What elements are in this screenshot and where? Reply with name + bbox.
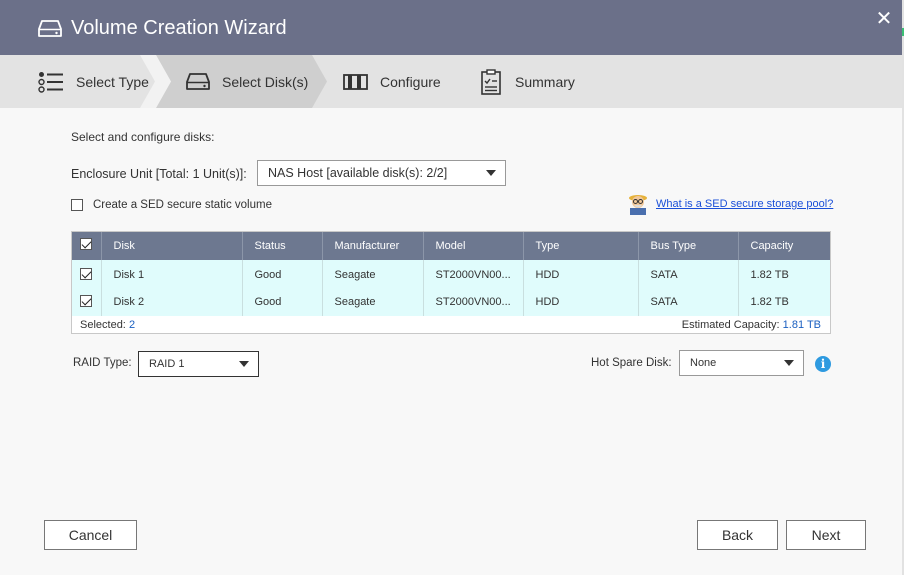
clipboard-icon [481, 68, 501, 95]
manufacturer-cell: Seagate [322, 260, 424, 288]
model-cell: ST2000VN00... [423, 260, 524, 288]
cancel-button[interactable]: Cancel [44, 520, 137, 550]
select-all-checkbox[interactable] [80, 238, 92, 250]
window-title: Volume Creation Wizard [71, 17, 287, 39]
row-select-cell [71, 288, 102, 316]
hard-drive-icon [38, 20, 62, 43]
estimated-value: 1.81 TB [782, 319, 821, 331]
table-header-row: Disk Status Manufacturer Model Type Bus … [71, 231, 831, 260]
selected-label: Selected: [80, 319, 126, 331]
step-label: Summary [515, 73, 575, 90]
raid-type-value: RAID 1 [149, 358, 185, 370]
column-header[interactable]: Disk [101, 231, 243, 260]
sed-help-link[interactable]: What is a SED secure storage pool? [656, 198, 833, 210]
hot-spare-value: None [690, 357, 717, 369]
column-header[interactable]: Status [242, 231, 323, 260]
column-header[interactable]: Bus Type [638, 231, 739, 260]
disk-cell: Disk 2 [101, 288, 243, 316]
info-icon[interactable]: i [815, 356, 831, 372]
step-configure[interactable]: Configure [343, 55, 441, 108]
selected-count: 2 [128, 319, 136, 331]
sed-checkbox-label: Create a SED secure static volume [93, 199, 272, 211]
raid-type-select[interactable]: RAID 1 [138, 351, 259, 377]
chevron-down-icon [784, 360, 794, 366]
configure-icon [343, 73, 368, 90]
bus-type-cell: SATA [638, 288, 739, 316]
enclosure-label: Enclosure Unit [Total: 1 Unit(s)]: [71, 167, 247, 181]
type-cell: HDD [523, 260, 639, 288]
table-row[interactable]: Disk 1 Good Seagate ST2000VN00... HDD SA… [71, 260, 831, 288]
column-header[interactable]: Type [523, 231, 639, 260]
chevron-down-icon [486, 170, 496, 176]
back-button[interactable]: Back [697, 520, 778, 550]
model-cell: ST2000VN00... [423, 288, 524, 316]
capacity-cell: 1.82 TB [738, 288, 831, 316]
column-header[interactable]: Manufacturer [322, 231, 424, 260]
selected-summary: Selected: 2 [80, 319, 135, 331]
list-bullets-icon [38, 71, 64, 93]
step-select-type[interactable]: Select Type [38, 55, 149, 108]
next-button[interactable]: Next [786, 520, 866, 550]
table-row[interactable]: Disk 2 Good Seagate ST2000VN00... HDD SA… [71, 288, 831, 316]
bus-type-cell: SATA [638, 260, 739, 288]
status-cell: Good [242, 260, 323, 288]
help-avatar-icon [625, 191, 651, 220]
status-cell: Good [242, 288, 323, 316]
disk-cell: Disk 1 [101, 260, 243, 288]
step-label: Configure [380, 73, 441, 90]
close-icon[interactable]: ✕ [873, 9, 895, 31]
hot-spare-label: Hot Spare Disk: [591, 357, 672, 369]
step-label: Select Type [76, 73, 149, 90]
hard-drive-icon [186, 72, 210, 91]
hot-spare-select[interactable]: None [679, 350, 804, 376]
select-all-cell [71, 231, 102, 260]
manufacturer-cell: Seagate [322, 288, 424, 316]
wizard-steps: Select Type Select Disk(s) Configure Sum… [0, 55, 902, 108]
section-heading: Select and configure disks: [71, 130, 215, 144]
step-label: Select Disk(s) [222, 73, 309, 90]
chevron-down-icon [239, 361, 249, 367]
estimated-label: Estimated Capacity: [681, 319, 780, 331]
row-select-cell [71, 260, 102, 288]
step-select-disks[interactable]: Select Disk(s) [186, 55, 308, 108]
table-summary: Selected: 2 Estimated Capacity: 1.81 TB [71, 316, 831, 334]
column-header[interactable]: Model [423, 231, 524, 260]
row-checkbox[interactable] [80, 294, 92, 307]
capacity-cell: 1.82 TB [738, 260, 831, 288]
row-checkbox[interactable] [80, 267, 92, 280]
column-header[interactable]: Capacity [738, 231, 831, 260]
raid-type-label: RAID Type: [73, 357, 132, 369]
sed-option: Create a SED secure static volume [71, 199, 272, 211]
sed-checkbox[interactable] [71, 199, 83, 211]
step-summary[interactable]: Summary [481, 55, 575, 108]
enclosure-select-value: NAS Host [available disk(s): 2/2] [268, 166, 448, 180]
disk-table: Disk Status Manufacturer Model Type Bus … [71, 231, 831, 316]
estimated-capacity: Estimated Capacity: 1.81 TB [682, 319, 821, 331]
title-bar: Volume Creation Wizard ✕ [0, 0, 902, 55]
type-cell: HDD [523, 288, 639, 316]
enclosure-select[interactable]: NAS Host [available disk(s): 2/2] [257, 160, 506, 186]
